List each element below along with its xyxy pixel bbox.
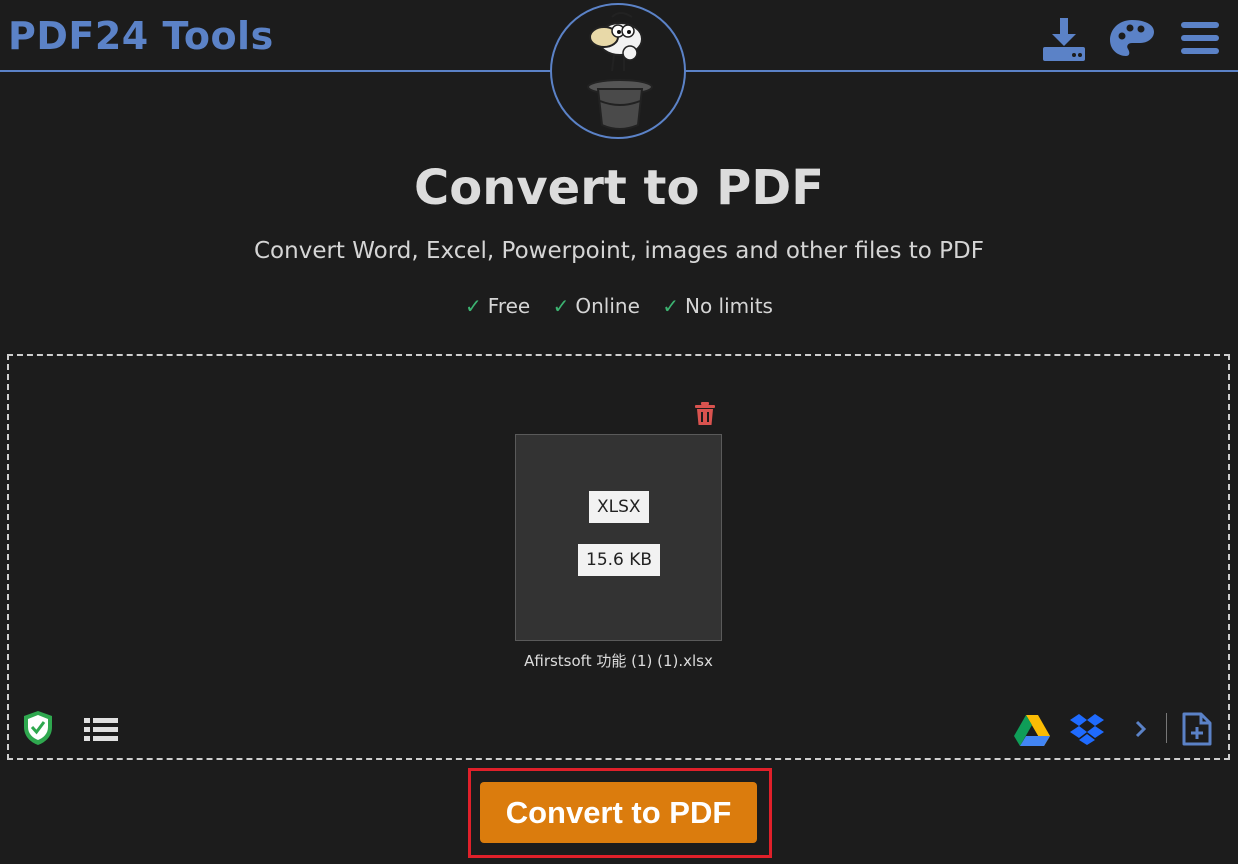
palette-icon[interactable] — [1108, 14, 1156, 62]
mascot-logo[interactable] — [550, 3, 686, 139]
feature-label: Online — [575, 294, 640, 318]
mascot-illustration — [587, 12, 653, 130]
add-file-icon[interactable] — [1181, 711, 1213, 751]
menu-icon[interactable] — [1178, 14, 1226, 62]
feature-online: ✓ Online — [553, 294, 640, 318]
google-drive-icon[interactable] — [1014, 714, 1050, 750]
page-title: Convert to PDF — [414, 160, 824, 216]
chevron-right-icon[interactable] — [1134, 719, 1148, 743]
dropbox-icon[interactable] — [1070, 713, 1104, 749]
feature-free: ✓ Free — [465, 294, 530, 318]
feature-label: Free — [487, 294, 531, 318]
check-icon: ✓ — [552, 294, 570, 318]
convert-to-pdf-button[interactable]: Convert to PDF — [480, 782, 757, 843]
page-subtitle: Convert Word, Excel, Powerpoint, images … — [254, 238, 984, 264]
file-name: Afirstsoft 功能 (1) (1).xlsx — [524, 652, 713, 670]
icon-divider — [1166, 713, 1167, 743]
check-icon: ✓ — [465, 294, 482, 318]
delete-file-icon[interactable] — [694, 402, 716, 426]
file-type-badge: XLSX — [589, 491, 649, 523]
check-icon: ✓ — [662, 294, 679, 318]
feature-label: No limits — [685, 294, 773, 318]
file-size-badge: 15.6 KB — [578, 544, 661, 576]
file-preview-tile[interactable]: XLSX 15.6 KB — [515, 434, 722, 641]
shield-icon[interactable] — [22, 710, 54, 750]
brand-logo-text[interactable]: PDF24 Tools — [8, 14, 274, 58]
feature-list: ✓ Free ✓ Online ✓ No limits — [0, 294, 1238, 318]
feature-no-limits: ✓ No limits — [662, 294, 773, 318]
list-icon[interactable] — [84, 716, 118, 746]
download-icon[interactable] — [1040, 14, 1088, 62]
